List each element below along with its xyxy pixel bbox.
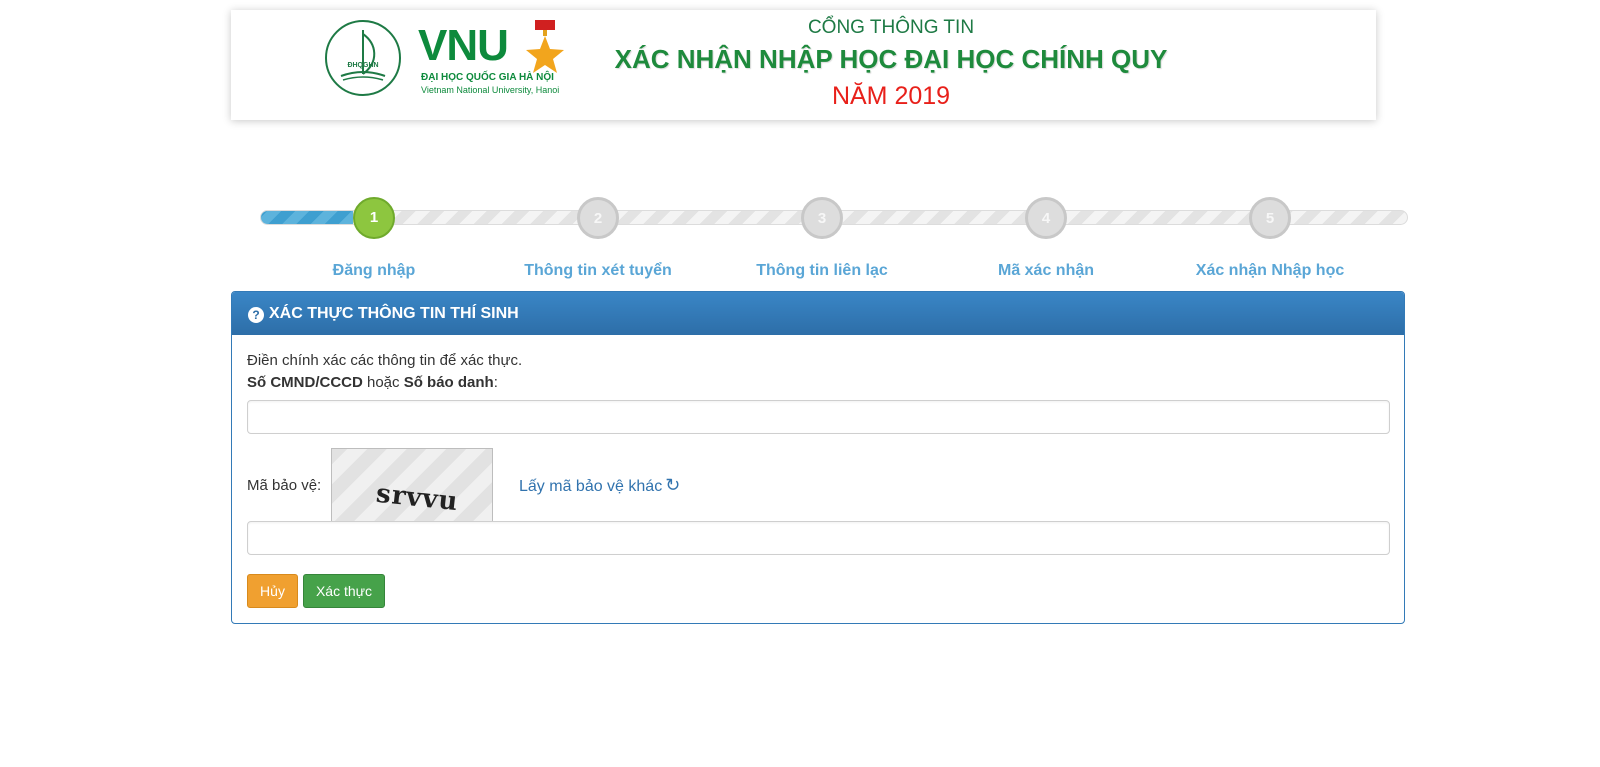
panel-title: XÁC THỰC THÔNG TIN THÍ SINH <box>269 305 519 322</box>
progress-fill <box>261 211 353 224</box>
step-5-label: Xác nhận Nhập học <box>1195 262 1345 279</box>
id-label-sbd: Số báo danh <box>403 374 494 391</box>
id-label-cmnd: Số CMND/CCCD <box>247 374 363 391</box>
step-2-label: Thông tin xét tuyển <box>524 262 672 279</box>
captcha-refresh-link[interactable]: Lấy mã bảo vệ khác ↻ <box>519 475 680 496</box>
captcha-input[interactable] <box>247 521 1390 555</box>
step-5-circle: 5 <box>1249 197 1291 239</box>
step-3-circle: 3 <box>801 197 843 239</box>
question-circle-icon: ? <box>248 307 264 323</box>
id-label-or: hoặc <box>362 374 404 391</box>
vnu-emblem-icon: ĐHQGHN <box>325 20 401 96</box>
verification-panel: ? XÁC THỰC THÔNG TIN THÍ SINH Điền chính … <box>231 291 1405 624</box>
portal-subtitle: CỔNG THÔNG TIN <box>807 17 975 38</box>
cancel-button[interactable]: Hủy <box>247 574 298 608</box>
captcha-label: Mã bảo vệ: <box>247 477 322 494</box>
id-label-colon: : <box>493 374 498 391</box>
refresh-icon: ↻ <box>665 475 681 495</box>
captcha-image: srvvu <box>331 448 493 523</box>
step-3-label: Thông tin liên lạc <box>756 262 888 279</box>
star-medal-icon <box>523 18 567 78</box>
panel-heading: ? XÁC THỰC THÔNG TIN THÍ SINH <box>232 292 1404 335</box>
captcha-refresh-label: Lấy mã bảo vệ khác <box>519 478 663 495</box>
step-2-circle: 2 <box>577 197 619 239</box>
university-name-vi: ĐẠI HỌC QUỐC GIA HÀ NỘI <box>421 72 554 83</box>
portal-title: XÁC NHẬN NHẬP HỌC ĐẠI HỌC CHÍNH QUY <box>614 44 1168 74</box>
step-4-label: Mã xác nhận <box>997 262 1095 279</box>
university-name-en: Vietnam National University, Hanoi <box>421 85 560 95</box>
captcha-text: srvvu <box>374 478 460 518</box>
step-4-circle: 4 <box>1025 197 1067 239</box>
intro-text: Điền chính xác các thông tin để xác thực… <box>247 352 523 369</box>
step-1-label: Đăng nhập <box>332 262 416 279</box>
id-number-input[interactable] <box>247 400 1390 434</box>
vnu-logo-text: VNU <box>418 21 509 70</box>
portal-year: NĂM 2019 <box>831 82 951 110</box>
step-1-circle: 1 <box>353 197 395 239</box>
id-field-label: Số CMND/CCCD hoặc Số báo danh: <box>247 374 498 391</box>
verify-button[interactable]: Xác thực <box>303 574 385 608</box>
site-header: ĐHQGHN VNU ĐẠI HỌC QUỐC GIA HÀ NỘI Vietn… <box>231 10 1376 120</box>
emblem-text: ĐHQGHN <box>347 62 379 69</box>
